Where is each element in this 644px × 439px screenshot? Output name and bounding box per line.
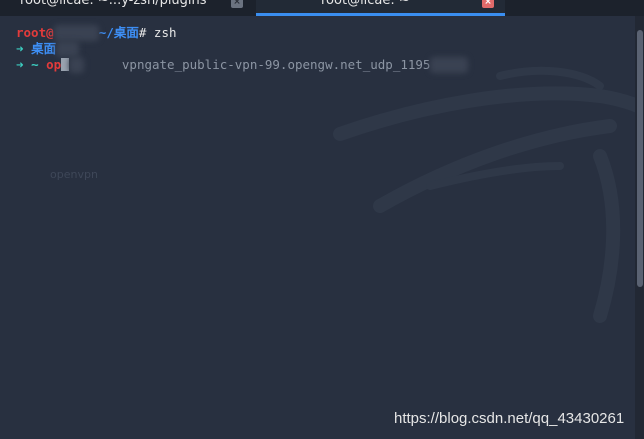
prompt-arrow-icon: ➜: [16, 41, 24, 56]
terminal-line-3[interactable]: ➜ ~ open vpngate_public-vpn-99.opengw.ne…: [16, 57, 469, 73]
redacted-typed: en: [69, 57, 85, 73]
kali-dragon-watermark: [333, 66, 644, 323]
close-icon[interactable]: ×: [231, 0, 243, 8]
close-icon[interactable]: ×: [482, 0, 494, 8]
prompt-arrow-icon: ➜: [16, 57, 24, 72]
redacted-host: xxxxxx: [53, 25, 99, 41]
tab-plugins[interactable]: root@licae: ~...y-zsh/plugins ×: [0, 0, 252, 16]
csdn-watermark: https://blog.csdn.net/qq_43430261: [394, 410, 625, 427]
text-cursor: [61, 58, 70, 71]
scrollbar[interactable]: [635, 16, 644, 439]
ghost-text: openvpn: [50, 168, 98, 181]
scrollbar-thumb[interactable]: [637, 30, 643, 287]
tab-title: root@licae: ~...y-zsh/plugins: [20, 0, 207, 8]
redacted-suffix: xxxxx: [430, 57, 469, 73]
terminal-line-1: root@xxxxxx~/桌面# zsh: [16, 25, 177, 41]
tab-bar: root@licae: ~...y-zsh/plugins × root@lic…: [0, 0, 644, 16]
tab-root-home[interactable]: root@licae: ~ ×: [256, 0, 505, 16]
terminal-line-2: ➜ 桌面git: [16, 41, 79, 57]
autosuggestion: vpngate_public-vpn-99.opengw.net_udp_119…: [121, 57, 431, 72]
redacted-branch: git: [56, 41, 79, 57]
tab-title: root@licae: ~: [321, 0, 410, 8]
terminal-view[interactable]: root@xxxxxx~/桌面# zsh ➜ 桌面git ➜ ~ open vp…: [0, 16, 644, 439]
